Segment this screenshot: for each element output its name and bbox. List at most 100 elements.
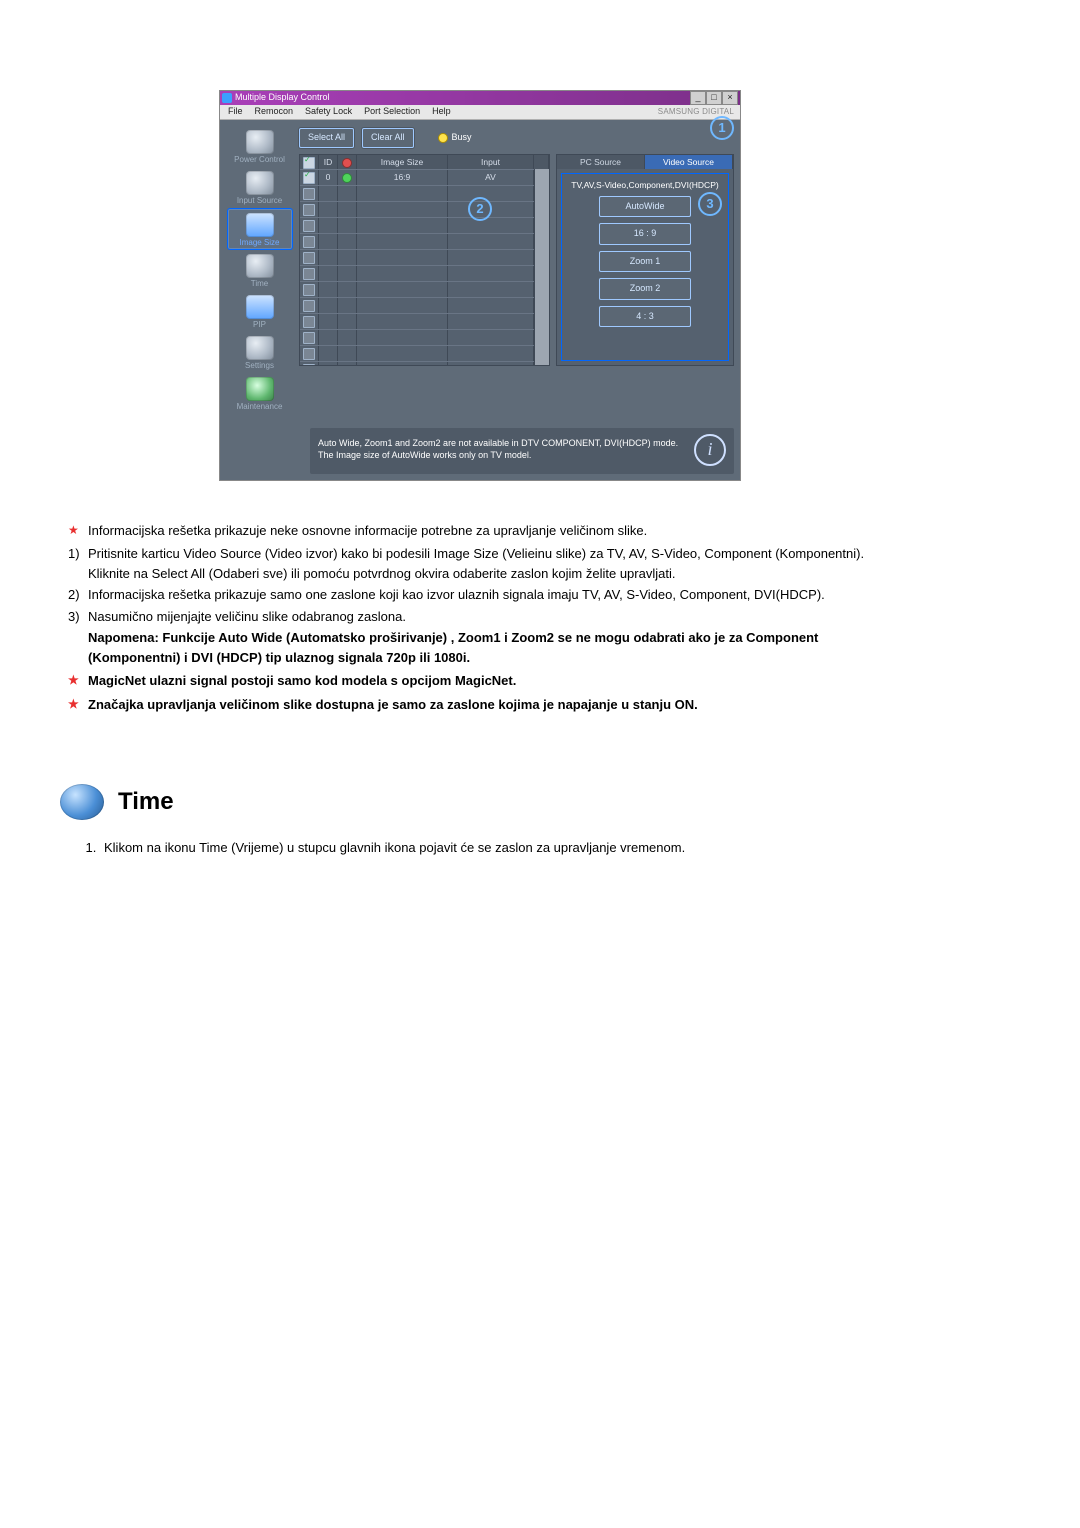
cell-input xyxy=(448,314,534,329)
row-checkbox[interactable] xyxy=(303,236,315,248)
col-check[interactable] xyxy=(300,155,319,169)
cell-image-size xyxy=(357,234,448,249)
time-icon xyxy=(246,254,274,278)
sidebar-item-image-size[interactable]: Image Size xyxy=(227,208,293,251)
sidebar: Power Control Input Source Image Size Ti… xyxy=(220,120,299,420)
row-checkbox[interactable] xyxy=(303,284,315,296)
footnote-bar: Auto Wide, Zoom1 and Zoom2 are not avail… xyxy=(310,428,734,474)
col-input[interactable]: Input xyxy=(448,155,534,169)
row-checkbox[interactable] xyxy=(303,348,315,360)
col-info[interactable] xyxy=(338,155,357,169)
row-checkbox[interactable] xyxy=(303,252,315,264)
cell-id xyxy=(319,330,338,345)
menu-safety-lock[interactable]: Safety Lock xyxy=(303,105,354,119)
table-row[interactable] xyxy=(300,233,534,249)
cell-info xyxy=(338,250,357,265)
power-icon xyxy=(246,130,274,154)
cell-id xyxy=(319,362,338,365)
image-size-icon xyxy=(246,213,274,237)
opt-zoom2[interactable]: Zoom 2 xyxy=(599,278,691,300)
app-title: Multiple Display Control xyxy=(235,91,330,105)
cell-input xyxy=(448,186,534,201)
tab-pc-source[interactable]: PC Source xyxy=(557,155,645,169)
table-row[interactable] xyxy=(300,217,534,233)
cell-info xyxy=(338,186,357,201)
row-checkbox[interactable] xyxy=(303,188,315,200)
cell-input xyxy=(448,282,534,297)
sidebar-item-maintenance[interactable]: Maintenance xyxy=(228,373,292,414)
clear-all-button[interactable]: Clear All xyxy=(362,128,414,148)
col-id[interactable]: ID xyxy=(319,155,338,169)
menu-help[interactable]: Help xyxy=(430,105,453,119)
row-checkbox[interactable] xyxy=(303,204,315,216)
col-image-size[interactable]: Image Size xyxy=(357,155,448,169)
row-checkbox[interactable] xyxy=(303,332,315,344)
minimize-button[interactable]: _ xyxy=(690,91,706,105)
cell-id xyxy=(319,282,338,297)
input-source-icon xyxy=(246,171,274,195)
cell-input xyxy=(448,346,534,361)
cell-info xyxy=(338,298,357,313)
table-row[interactable] xyxy=(300,185,534,201)
row-checkbox[interactable] xyxy=(303,172,315,184)
cell-image-size xyxy=(357,346,448,361)
table-row[interactable] xyxy=(300,361,534,365)
table-row[interactable] xyxy=(300,329,534,345)
cell-info xyxy=(338,202,357,217)
table-row[interactable] xyxy=(300,297,534,313)
table-row[interactable] xyxy=(300,313,534,329)
sidebar-item-settings[interactable]: Settings xyxy=(228,332,292,373)
opt-16-9[interactable]: 16 : 9 xyxy=(599,223,691,245)
opt-autowide[interactable]: AutoWide xyxy=(599,196,691,218)
cell-id xyxy=(319,234,338,249)
select-all-button[interactable]: Select All xyxy=(299,128,354,148)
close-button[interactable]: × xyxy=(722,91,738,105)
sidebar-item-pip[interactable]: PIP xyxy=(228,291,292,332)
cell-image-size xyxy=(357,186,448,201)
maintenance-icon xyxy=(246,377,274,401)
app-window: Multiple Display Control _ □ × File Remo… xyxy=(219,90,741,481)
maximize-button[interactable]: □ xyxy=(706,91,722,105)
row-checkbox[interactable] xyxy=(303,300,315,312)
cell-id: 0 xyxy=(319,170,338,185)
section-title: Time xyxy=(118,784,174,820)
cell-input xyxy=(448,362,534,365)
table-row[interactable] xyxy=(300,281,534,297)
table-scrollbar[interactable] xyxy=(534,169,549,365)
cell-info xyxy=(338,266,357,281)
row-checkbox[interactable] xyxy=(303,268,315,280)
footnote-line1: Auto Wide, Zoom1 and Zoom2 are not avail… xyxy=(318,438,686,450)
callout-1: 1 xyxy=(710,116,734,140)
sidebar-item-power-control[interactable]: Power Control xyxy=(228,126,292,167)
app-icon xyxy=(222,93,232,103)
tab-video-source[interactable]: Video Source xyxy=(645,155,733,169)
settings-icon xyxy=(246,336,274,360)
opt-zoom1[interactable]: Zoom 1 xyxy=(599,251,691,273)
doc-item-3: 3) Nasumično mijenjajte veličinu slike o… xyxy=(68,607,900,627)
info-icon xyxy=(342,158,352,168)
table-row[interactable] xyxy=(300,265,534,281)
cell-info xyxy=(338,362,357,365)
sidebar-item-time[interactable]: Time xyxy=(228,250,292,291)
cell-image-size xyxy=(357,282,448,297)
sidebar-item-input-source[interactable]: Input Source xyxy=(228,167,292,208)
table-row[interactable]: 016:9AV xyxy=(300,169,534,185)
table-row[interactable] xyxy=(300,201,534,217)
table-row[interactable] xyxy=(300,249,534,265)
cell-input xyxy=(448,250,534,265)
busy-indicator: Busy xyxy=(438,131,472,145)
header-checkbox[interactable] xyxy=(303,157,315,169)
cell-image-size xyxy=(357,202,448,217)
cell-info xyxy=(338,282,357,297)
row-checkbox[interactable] xyxy=(303,316,315,328)
opt-4-3[interactable]: 4 : 3 xyxy=(599,306,691,328)
toolbar: Select All Clear All Busy xyxy=(299,126,734,154)
menu-file[interactable]: File xyxy=(226,105,245,119)
table-row[interactable] xyxy=(300,345,534,361)
row-checkbox[interactable] xyxy=(303,220,315,232)
menu-remocon[interactable]: Remocon xyxy=(253,105,296,119)
callout-2: 2 xyxy=(468,197,492,221)
row-checkbox[interactable] xyxy=(303,364,315,365)
cell-input xyxy=(448,218,534,233)
menu-port-selection[interactable]: Port Selection xyxy=(362,105,422,119)
